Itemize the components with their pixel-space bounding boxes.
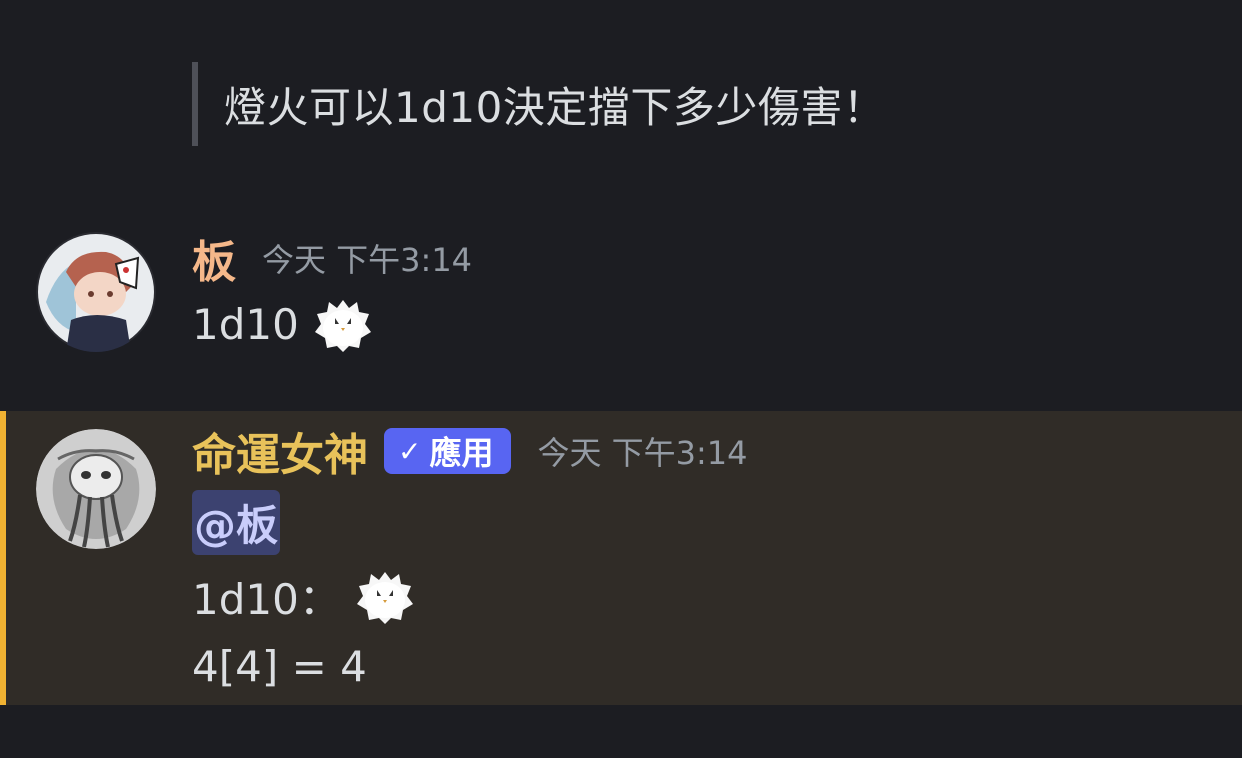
avatar[interactable] bbox=[36, 429, 156, 549]
message-text: 1d10 bbox=[192, 299, 299, 349]
block-quote: 燈火可以1d10決定擋下多少傷害！ bbox=[192, 62, 885, 146]
message-content: 1d10 bbox=[192, 294, 373, 354]
timestamp[interactable]: 今天 下午3:14 bbox=[262, 235, 472, 281]
username[interactable]: 命運女神 bbox=[192, 419, 368, 483]
message-header: 板 今天 下午3:14 bbox=[192, 228, 472, 288]
fluffy-bird-emoji-icon[interactable] bbox=[355, 566, 415, 626]
user-mention[interactable]: @板 bbox=[192, 489, 281, 555]
avatar[interactable] bbox=[36, 232, 156, 352]
app-tag: ✓ 應用 bbox=[384, 428, 512, 474]
fluffy-bird-emoji-icon[interactable] bbox=[313, 294, 373, 354]
message-item-highlighted: 命運女神 ✓ 應用 今天 下午3:14 @板 1d10： 4[4] = 4 bbox=[0, 411, 1242, 705]
mention-highlight-bar bbox=[0, 411, 6, 705]
message-mention-line: @板 bbox=[192, 489, 281, 555]
message-item: 板 今天 下午3:14 1d10 bbox=[0, 222, 1242, 362]
app-tag-label: 應用 bbox=[429, 434, 494, 472]
timestamp[interactable]: 今天 下午3:14 bbox=[537, 428, 747, 474]
quote-text: 燈火可以1d10決定擋下多少傷害！ bbox=[224, 82, 886, 132]
message-result-line: 4[4] = 4 bbox=[192, 635, 367, 697]
username[interactable]: 板 bbox=[192, 226, 236, 290]
roll-text: 1d10： bbox=[192, 574, 341, 624]
message-roll-line: 1d10： bbox=[192, 565, 415, 627]
roll-result: 4[4] = 4 bbox=[192, 641, 367, 691]
checkmark-icon: ✓ bbox=[398, 434, 422, 468]
message-header: 命運女神 ✓ 應用 今天 下午3:14 bbox=[192, 423, 748, 481]
